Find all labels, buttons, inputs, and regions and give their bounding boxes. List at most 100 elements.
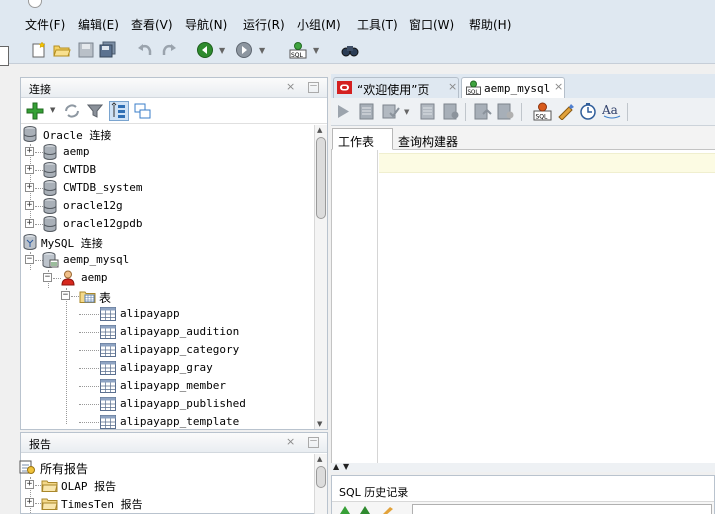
undo-icon[interactable] — [136, 41, 154, 59]
tree-node-schema[interactable]: − aemp — [43, 269, 303, 287]
minimize-icon[interactable]: － — [308, 82, 319, 93]
connections-scrollbar[interactable]: ▲ ▼ — [314, 125, 327, 429]
menu-view[interactable]: 查看(V) — [131, 16, 173, 33]
redo-icon[interactable] — [160, 41, 178, 59]
rollback-icon[interactable] — [474, 103, 492, 120]
panel-splitter[interactable]: ▲ ▼ — [331, 462, 715, 472]
tree-node-connection[interactable]: + oracle12gpdb — [25, 215, 305, 233]
expand-up-icon[interactable]: ▲ — [333, 462, 339, 471]
schema-browser-icon[interactable] — [109, 101, 129, 121]
sql-tuning-icon[interactable]: SQL — [533, 102, 552, 121]
tree-guide-line — [79, 314, 99, 315]
expand-icon[interactable]: + — [25, 147, 34, 156]
scrollbar-thumb[interactable] — [316, 137, 326, 219]
collapse-all-icon[interactable] — [134, 103, 151, 119]
expand-icon[interactable]: + — [25, 498, 34, 507]
menu-tools[interactable]: 工具(T) — [357, 16, 398, 33]
tree-node-connection[interactable]: + CWTDB_system — [25, 179, 305, 197]
menu-team[interactable]: 小组(M) — [297, 16, 341, 33]
collapse-icon[interactable]: − — [25, 255, 34, 264]
cancel-icon[interactable] — [497, 103, 515, 120]
add-connection-icon[interactable] — [26, 102, 44, 120]
scroll-down-icon[interactable]: ▼ — [317, 420, 322, 428]
expand-icon[interactable]: + — [25, 183, 34, 192]
menu-window[interactable]: 窗口(W) — [409, 16, 454, 33]
back-dropdown-icon[interactable]: ▼ — [219, 46, 225, 55]
add-dropdown-icon[interactable]: ▼ — [50, 106, 55, 114]
folder-icon — [41, 480, 58, 492]
tree-node-oracle-connections[interactable]: Oracle 连接 — [23, 125, 313, 143]
tree-node-report-folder[interactable]: + OLAP 报告 — [25, 476, 295, 494]
tree-node-table[interactable]: alipayapp_published — [79, 395, 309, 413]
commit-dropdown-icon[interactable]: ▼ — [404, 108, 409, 116]
collapse-icon[interactable]: − — [61, 291, 70, 300]
tree-node-all-reports[interactable]: 所有报告 — [19, 458, 299, 476]
open-icon[interactable] — [53, 41, 71, 59]
reports-panel: 报告 × － 所有报告 + OLAP 报告 + TimesTen 报告 ▲ — [19, 432, 328, 514]
run-script-icon[interactable] — [359, 103, 374, 120]
tree-node-mysql-connection[interactable]: − aemp_mysql — [25, 251, 305, 269]
minimize-icon[interactable]: － — [308, 437, 319, 448]
sql-worksheet-icon[interactable]: SQL — [289, 41, 307, 59]
close-icon[interactable]: × — [286, 80, 295, 93]
refresh-icon[interactable] — [63, 103, 81, 119]
menu-file[interactable]: 文件(F) — [25, 16, 65, 33]
scroll-up-icon[interactable]: ▲ — [317, 455, 322, 463]
expand-icon[interactable]: + — [25, 165, 34, 174]
close-icon[interactable]: × — [554, 80, 563, 93]
forward-dropdown-icon[interactable]: ▼ — [259, 46, 265, 55]
menu-navigate[interactable]: 导航(N) — [185, 16, 227, 33]
tree-node-report-folder[interactable]: + TimesTen 报告 — [25, 494, 295, 512]
run-statement-icon[interactable] — [336, 104, 350, 119]
expand-icon[interactable]: + — [25, 480, 34, 489]
back-icon[interactable] — [196, 41, 214, 59]
tree-node-table[interactable]: alipayapp_member — [79, 377, 309, 395]
tree-node-tables-folder[interactable]: − 表 — [61, 287, 301, 305]
filter-icon[interactable] — [87, 103, 103, 119]
scroll-up-icon[interactable]: ▲ — [317, 126, 322, 134]
tree-guide-line — [35, 224, 43, 225]
close-icon[interactable]: × — [286, 435, 295, 448]
clear-history-icon[interactable] — [380, 504, 394, 514]
reports-scrollbar[interactable]: ▲ — [314, 454, 327, 514]
sql-worksheet-dropdown-icon[interactable]: ▼ — [313, 46, 319, 55]
replace-icon[interactable] — [358, 504, 372, 514]
sql-editor[interactable] — [331, 150, 715, 463]
autotrace-icon[interactable] — [442, 103, 460, 120]
tree-node-table[interactable]: alipayapp_gray — [79, 359, 309, 377]
clear-icon[interactable] — [556, 102, 574, 120]
tree-node-table[interactable]: alipayapp_template — [79, 413, 309, 429]
tree-node-table[interactable]: alipayapp — [79, 305, 309, 323]
scrollbar-thumb[interactable] — [316, 466, 326, 488]
collapse-down-icon[interactable]: ▼ — [343, 462, 349, 471]
new-icon[interactable] — [30, 41, 48, 59]
save-icon[interactable] — [77, 41, 95, 59]
append-icon[interactable] — [338, 504, 352, 514]
tree-node-table[interactable]: alipayapp_audition — [79, 323, 309, 341]
menu-run[interactable]: 运行(R) — [243, 16, 285, 33]
tab-worksheet[interactable]: 工作表 — [332, 128, 393, 150]
expand-icon[interactable]: + — [25, 219, 34, 228]
history-icon[interactable] — [579, 102, 597, 120]
binoculars-icon[interactable] — [341, 41, 359, 59]
expand-icon[interactable]: + — [25, 201, 34, 210]
to-upper-lower-icon[interactable]: Aa — [602, 102, 622, 120]
forward-icon[interactable] — [235, 41, 253, 59]
collapse-icon[interactable]: − — [43, 273, 52, 282]
tree-node-mysql-connections[interactable]: MySQL 连接 — [23, 233, 313, 251]
tab-aemp-mysql[interactable]: SQL aemp_mysql × — [461, 77, 565, 98]
save-all-icon[interactable] — [99, 41, 117, 59]
explain-plan-icon[interactable] — [419, 103, 437, 120]
tree-node-connection[interactable]: + CWTDB — [25, 161, 305, 179]
tab-query-builder[interactable]: 查询构建器 — [395, 128, 495, 150]
close-icon[interactable]: × — [448, 80, 457, 93]
history-filter-input[interactable] — [412, 504, 712, 514]
tree-node-connection[interactable]: + oracle12g — [25, 197, 305, 215]
menu-edit[interactable]: 编辑(E) — [78, 16, 119, 33]
tab-welcome[interactable]: “欢迎使用”页 × — [333, 77, 459, 98]
tree-node-table[interactable]: alipayapp_category — [79, 341, 309, 359]
database-icon — [43, 180, 57, 196]
menu-help[interactable]: 帮助(H) — [469, 16, 511, 33]
tree-node-connection[interactable]: + aemp — [25, 143, 305, 161]
commit-icon[interactable] — [382, 103, 400, 120]
